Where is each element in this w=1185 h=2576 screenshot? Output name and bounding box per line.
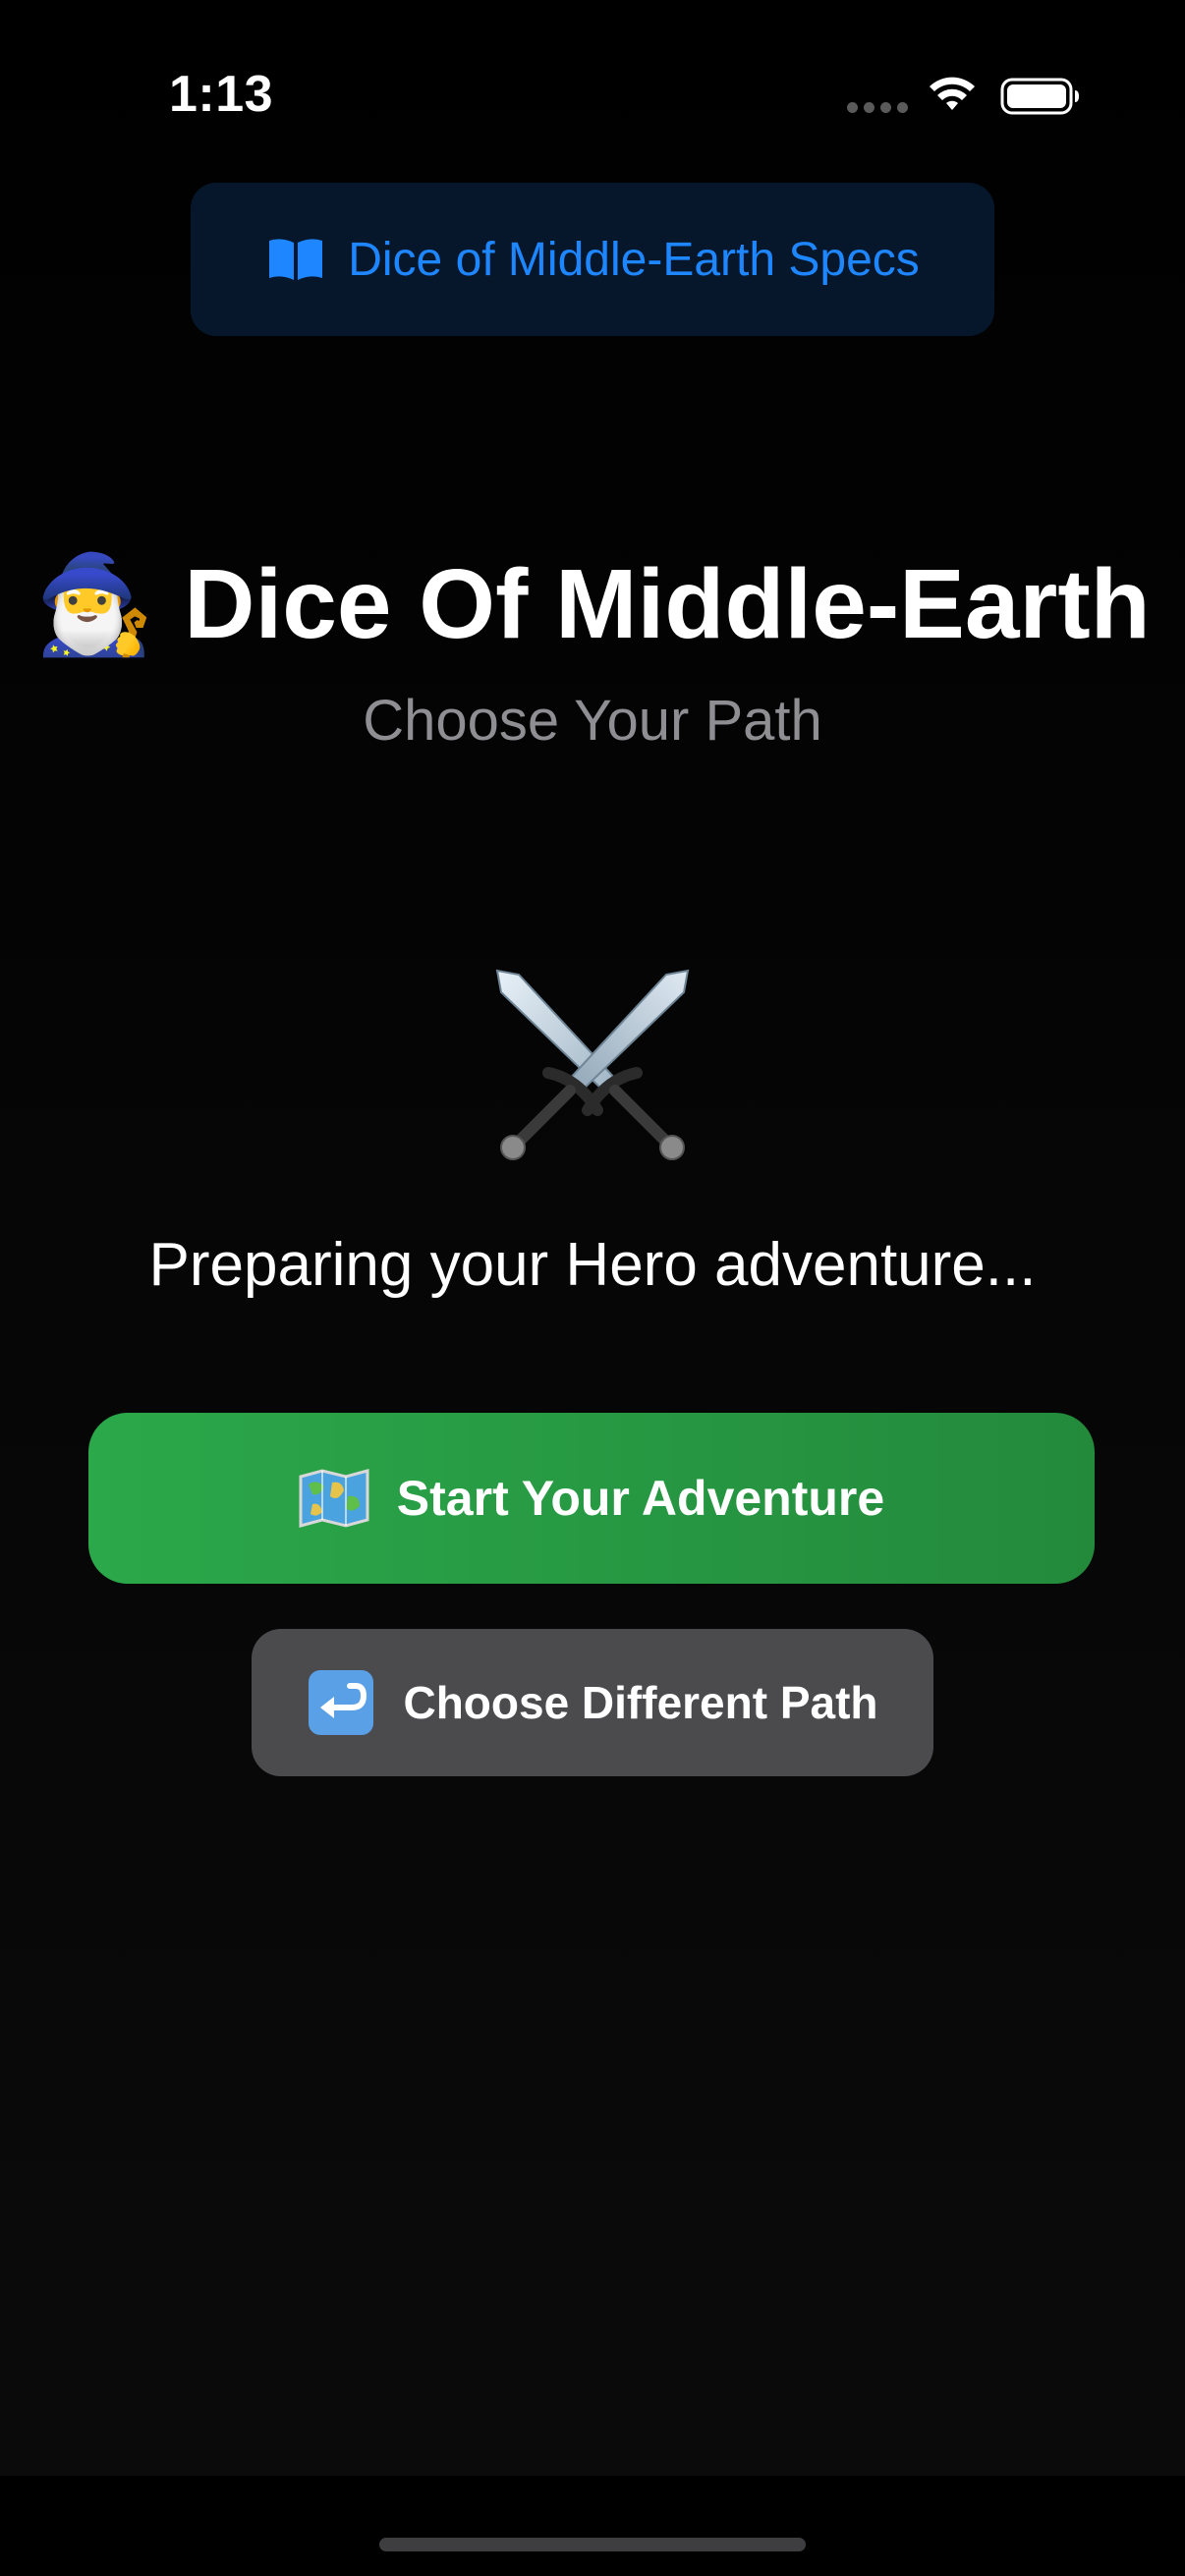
page-title: Dice Of Middle-Earth bbox=[184, 548, 1151, 659]
home-indicator[interactable] bbox=[379, 2538, 806, 2551]
start-adventure-button[interactable]: Start Your Adventure bbox=[88, 1413, 1095, 1584]
bottom-bar bbox=[0, 2476, 1185, 2576]
crossed-swords-icon bbox=[495, 969, 690, 1160]
battery-icon bbox=[1000, 78, 1079, 115]
status-time: 1:13 bbox=[169, 66, 274, 123]
choose-different-path-label: Choose Different Path bbox=[403, 1677, 878, 1728]
world-map-icon bbox=[299, 1469, 369, 1528]
start-adventure-label: Start Your Adventure bbox=[396, 1471, 885, 1526]
status-message: Preparing your Hero adventure... bbox=[148, 1231, 1037, 1299]
choose-different-path-button[interactable]: Choose Different Path bbox=[252, 1629, 933, 1776]
open-book-icon bbox=[269, 239, 323, 280]
wizard-icon: 🧙‍♂️ bbox=[34, 550, 155, 658]
specs-button[interactable]: Dice of Middle-Earth Specs bbox=[191, 183, 994, 336]
app-screen: 1:13 Dice of Middle-Earth Specs 🧙‍♂️ Dic… bbox=[0, 0, 1185, 2576]
cellular-dots-icon bbox=[847, 102, 908, 114]
return-arrow-icon bbox=[309, 1670, 374, 1735]
page-subtitle: Choose Your Path bbox=[363, 689, 822, 753]
specs-button-label: Dice of Middle-Earth Specs bbox=[348, 233, 920, 286]
wifi-icon bbox=[930, 77, 975, 110]
status-bar: 1:13 bbox=[0, 0, 1185, 187]
title-row: 🧙‍♂️ Dice Of Middle-Earth bbox=[0, 540, 1185, 668]
